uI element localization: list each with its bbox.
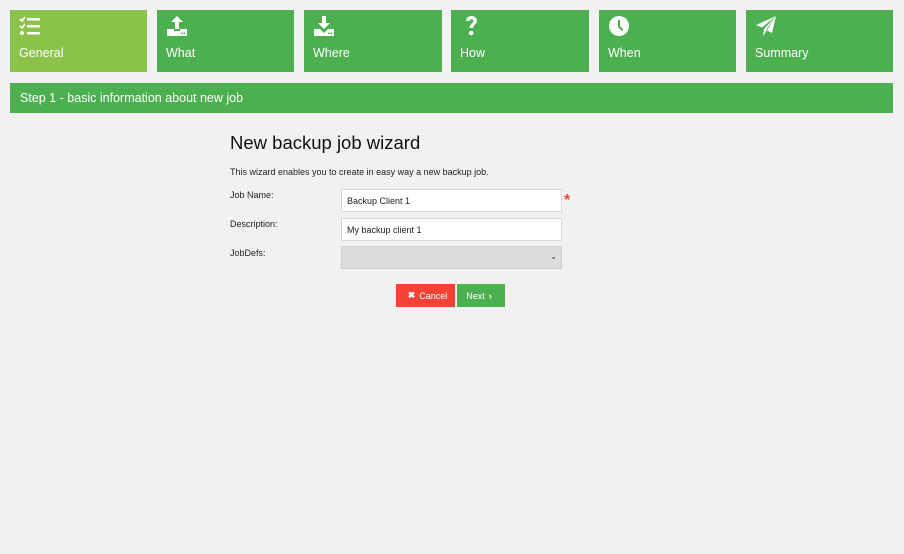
tasks-list-icon — [19, 15, 41, 37]
wizard-form: New backup job wizard This wizard enable… — [230, 132, 610, 307]
jobdefs-label: JobDefs: — [230, 248, 266, 258]
step-label: When — [608, 46, 641, 60]
next-button-label: Next — [466, 290, 485, 301]
upload-icon — [166, 15, 188, 37]
question-icon — [460, 15, 482, 37]
step-general[interactable]: General — [10, 10, 147, 72]
step-label: How — [460, 46, 486, 60]
step-where[interactable]: Where — [304, 10, 442, 72]
wizard-intro: This wizard enables you to create in eas… — [230, 167, 489, 177]
jobdefs-select-wrapper: ⌄ — [341, 246, 562, 269]
jobdefs-select[interactable] — [341, 246, 562, 269]
next-button[interactable]: Next › — [457, 284, 505, 307]
step-when[interactable]: When — [599, 10, 736, 72]
paper-plane-icon — [755, 15, 777, 37]
step-label: General — [19, 46, 64, 60]
clock-icon — [608, 15, 630, 37]
close-icon: ✖ — [407, 290, 416, 300]
step-summary[interactable]: Summary — [746, 10, 893, 72]
download-icon — [313, 15, 335, 37]
step-description: Step 1 - basic information about new job — [20, 91, 244, 105]
page-title: New backup job wizard — [230, 132, 421, 153]
wizard-buttons: ✖ Cancel Next › — [396, 284, 505, 307]
required-asterisk: * — [564, 192, 571, 209]
description-label: Description: — [230, 219, 278, 229]
cancel-button-label: Cancel — [419, 290, 448, 301]
job-name-input[interactable] — [341, 189, 562, 212]
cancel-button[interactable]: ✖ Cancel — [396, 284, 455, 307]
step-label: What — [166, 46, 196, 60]
job-name-label: Job Name: — [230, 190, 274, 200]
chevron-right-icon: › — [488, 290, 492, 301]
step-what[interactable]: What — [157, 10, 294, 72]
step-label: Where — [313, 46, 350, 60]
step-label: Summary — [755, 46, 809, 60]
wizard-steps: General What Where How When Summary — [10, 10, 893, 73]
step-description-bar: Step 1 - basic information about new job — [10, 83, 893, 113]
step-how[interactable]: How — [451, 10, 589, 72]
description-input[interactable] — [341, 218, 562, 241]
